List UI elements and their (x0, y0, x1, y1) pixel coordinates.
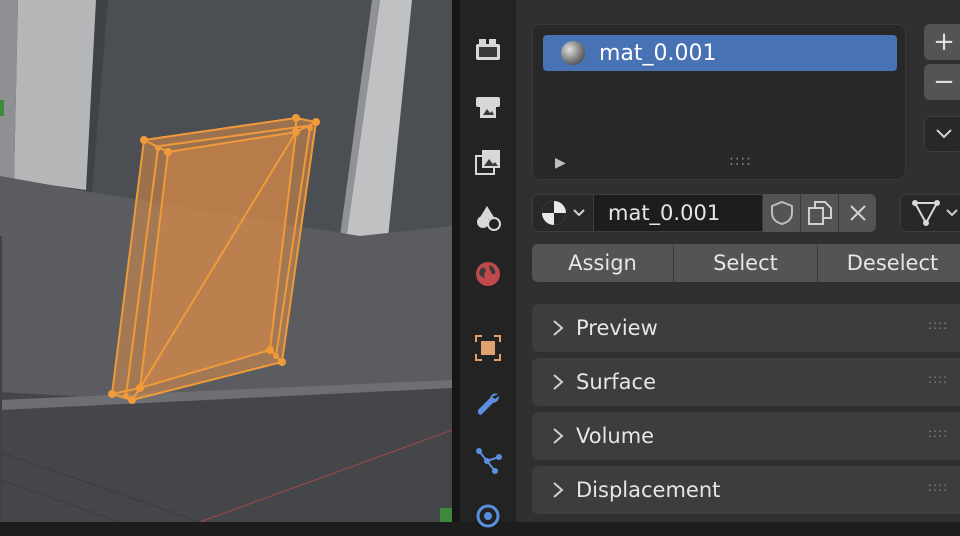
add-slot-button[interactable]: + (924, 24, 960, 60)
physics-icon (476, 504, 500, 528)
tab-output[interactable] (468, 86, 508, 126)
tab-scene[interactable] (468, 198, 508, 238)
duplicate-material-button[interactable] (800, 194, 838, 232)
panel-displacement[interactable]: Displacement :::: (532, 466, 960, 514)
particles-icon (476, 448, 502, 474)
material-slot-label: mat_0.001 (599, 40, 717, 66)
area-divider[interactable] (452, 0, 460, 522)
panel-title: Surface (576, 370, 657, 394)
material-slot-item[interactable]: mat_0.001 (543, 35, 897, 71)
green-object (0, 100, 4, 116)
material-slot-list[interactable]: mat_0.001 ▶ :::: (532, 24, 906, 180)
unlink-material-button[interactable] (838, 194, 876, 232)
assign-button[interactable]: Assign (532, 244, 674, 282)
properties-tabs (460, 0, 516, 528)
tab-view-layer[interactable] (468, 142, 508, 182)
select-button[interactable]: Select (674, 244, 818, 282)
panel-drag-grip-icon[interactable]: :::: (928, 318, 948, 332)
close-icon (849, 205, 866, 221)
tab-modifiers[interactable] (468, 384, 508, 424)
panel-drag-grip-icon[interactable]: :::: (928, 480, 948, 494)
link-type-dropdown[interactable] (900, 194, 960, 232)
properties-editor: mat_0.001 ▶ :::: + − mat_0.001 Assign Se… (516, 0, 960, 522)
material-name-field[interactable]: mat_0.001 (594, 194, 762, 232)
mesh-data-icon (912, 200, 940, 226)
panel-volume[interactable]: Volume :::: (532, 412, 960, 460)
list-resize-grip-icon[interactable]: :::: (729, 153, 752, 169)
panel-drag-grip-icon[interactable]: :::: (928, 426, 948, 440)
tab-particles[interactable] (468, 440, 508, 480)
browse-material-button[interactable] (532, 194, 594, 232)
modifier-wrench-icon (477, 393, 499, 415)
panel-title: Preview (576, 316, 658, 340)
panel-surface[interactable]: Surface :::: (532, 358, 960, 406)
chevron-right-icon (552, 481, 568, 499)
tab-world[interactable] (468, 254, 508, 294)
tab-object[interactable] (468, 328, 508, 368)
render-icon (476, 39, 500, 60)
panel-title: Displacement (576, 478, 721, 502)
slot-actions-row: Assign Select Deselect (532, 244, 960, 282)
duplicate-icon (807, 201, 832, 225)
chevron-right-icon (552, 373, 568, 391)
tab-render[interactable] (468, 30, 508, 70)
fake-user-button[interactable] (762, 194, 800, 232)
list-filter-expand-icon[interactable]: ▶ (555, 155, 566, 171)
chevron-down-icon (946, 209, 958, 217)
panel-title: Volume (576, 424, 655, 448)
object-icon (475, 335, 501, 361)
panel-preview[interactable]: Preview :::: (532, 304, 960, 352)
chevron-down-icon (573, 209, 585, 217)
left-pillar (14, 0, 96, 190)
remove-slot-button[interactable]: − (924, 64, 960, 100)
scene-icon (477, 206, 501, 231)
material-sphere-icon (561, 41, 585, 65)
shield-icon (770, 200, 793, 226)
chevron-down-icon (936, 129, 952, 139)
world-icon (476, 262, 500, 286)
view-layer-icon (475, 150, 500, 175)
material-browse-icon (542, 201, 566, 225)
chevron-right-icon (552, 427, 568, 445)
tab-physics[interactable] (468, 496, 508, 536)
chevron-right-icon (552, 319, 568, 337)
viewport-scene[interactable] (0, 0, 452, 522)
deselect-button[interactable]: Deselect (818, 244, 960, 282)
slot-specials-menu[interactable] (924, 116, 960, 152)
green-object (440, 508, 452, 522)
panel-drag-grip-icon[interactable]: :::: (928, 372, 948, 386)
output-icon (476, 97, 500, 118)
3d-viewport[interactable] (0, 0, 452, 522)
material-datablock-row: mat_0.001 (532, 194, 876, 232)
